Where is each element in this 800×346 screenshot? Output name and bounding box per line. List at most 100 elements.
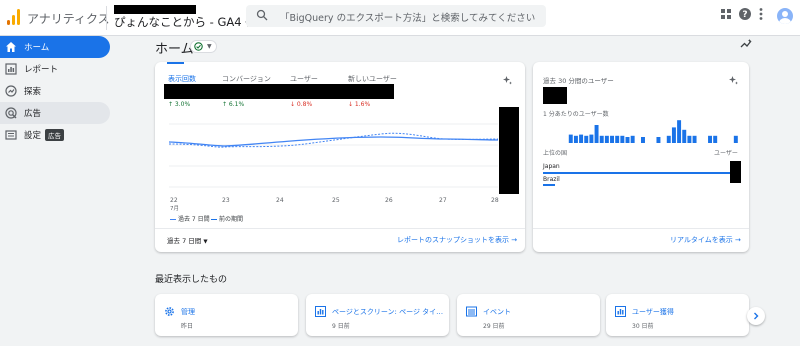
overview-line-chart — [168, 123, 499, 188]
chevron-right-icon — [754, 312, 759, 320]
legend-label: 過去 7 日間 — [178, 216, 210, 223]
arrow-right-icon: → — [735, 236, 741, 244]
chevron-down-icon: ▼ — [207, 43, 212, 50]
recent-date: 30 日前 — [632, 323, 654, 330]
card-divider — [533, 228, 749, 229]
advertising-icon — [5, 107, 17, 119]
recent-title: ページとスクリーン: ページ タイ… — [332, 308, 444, 316]
search-icon — [256, 9, 268, 21]
sidebar-item-label: 設定 — [24, 131, 42, 141]
country-bar — [543, 184, 555, 186]
realtime-bar — [677, 120, 682, 143]
report-chart-icon — [615, 306, 626, 317]
analytics-logo[interactable] — [7, 9, 21, 25]
apps-grid-icon[interactable] — [721, 9, 731, 19]
realtime-bar — [579, 134, 584, 143]
property-selector[interactable]: ぴょんなことから - GA4 ▼ — [114, 14, 251, 30]
tab-conversions[interactable]: コンバージョン — [222, 74, 271, 84]
country-row: Brazil — [543, 176, 560, 183]
recent-card-admin[interactable]: 管理 昨日 — [155, 294, 298, 336]
report-table-icon — [466, 306, 477, 317]
sparkle-icon[interactable] — [728, 75, 739, 86]
overview-card: 表示回数 コンバージョン ユーザー 新しいユーザー ↑ 3.0% ↑ 6.1% … — [155, 62, 525, 252]
realtime-bar — [666, 135, 671, 143]
realtime-bar — [641, 137, 645, 143]
metric-values-redacted — [164, 84, 394, 99]
chart-yaxis-redacted — [499, 107, 519, 194]
sparkle-icon[interactable] — [502, 75, 513, 86]
svg-text:?: ? — [742, 10, 747, 20]
realtime-bar — [656, 137, 661, 143]
col-users: ユーザー — [714, 150, 738, 157]
recent-card-user-acquisition[interactable]: ユーザー獲得 30 日前 — [606, 294, 749, 336]
property-name: ぴょんなことから - GA4 — [114, 15, 242, 29]
realtime-bar — [682, 129, 687, 143]
recent-card-pages-screens[interactable]: ページとスクリーン: ページ タイ… 9 日前 — [306, 294, 449, 336]
realtime-bar — [692, 135, 697, 143]
chart-gridlines — [169, 123, 498, 188]
app-title: アナリティクス — [27, 12, 110, 26]
sidebar-item-reports[interactable]: レポート — [0, 58, 110, 80]
tab-new-users[interactable]: 新しいユーザー — [348, 74, 397, 84]
insights-trend-icon[interactable] — [740, 38, 752, 50]
realtime-bar — [604, 135, 609, 143]
tab-users[interactable]: ユーザー — [290, 74, 318, 84]
realtime-bar — [671, 127, 676, 143]
realtime-bar — [573, 135, 578, 143]
recent-card-events[interactable]: イベント 29 日前 — [457, 294, 600, 336]
sidebar-item-explore[interactable]: 探索 — [0, 80, 110, 102]
realtime-bar — [584, 135, 589, 143]
advertising-tooltip: 広告 — [45, 129, 64, 141]
realtime-bar — [713, 135, 718, 143]
active-tab-indicator — [167, 62, 184, 64]
recent-title: イベント — [483, 308, 511, 316]
search-input[interactable]: 「BigQuery のエクスポート方法」と検索してみてください — [246, 5, 546, 27]
x-tick: 27 — [439, 197, 447, 204]
sidebar: ホーム レポート 探索 広告 設定 — [0, 36, 115, 346]
sidebar-item-advertising[interactable]: 広告 — [0, 102, 110, 124]
realtime-bar — [610, 135, 615, 143]
sidebar-item-label: レポート — [24, 65, 59, 75]
users-per-minute-bars — [568, 120, 738, 143]
recent-date: 9 日前 — [332, 323, 350, 330]
date-range-select[interactable]: 過去 7 日間 ▼ — [167, 235, 208, 245]
legend-swatch — [170, 219, 176, 220]
realtime-bar — [733, 135, 738, 143]
realtime-bar — [568, 134, 573, 143]
x-tick-month: 7月 — [170, 206, 179, 212]
help-icon[interactable]: ? — [739, 8, 751, 20]
x-tick: 22 — [170, 197, 178, 204]
country-row: Japan — [543, 163, 560, 170]
x-tick: 28 — [491, 197, 499, 204]
account-avatar[interactable] — [777, 8, 793, 24]
link-label: レポートのスナップショットを表示 — [397, 236, 509, 244]
active-users-count-redacted — [543, 87, 567, 104]
sidebar-item-label: ホーム — [24, 43, 50, 53]
realtime-bar — [620, 135, 625, 143]
recent-date: 昨日 — [181, 323, 194, 330]
card-divider — [155, 228, 525, 229]
data-status-chip[interactable]: ▼ — [190, 40, 217, 53]
realtime-bar — [615, 135, 620, 143]
home-icon — [6, 42, 16, 52]
recent-date: 29 日前 — [483, 323, 505, 330]
x-tick: 25 — [332, 197, 340, 204]
legend-label: 前の期間 — [219, 216, 244, 223]
realtime-bar — [625, 137, 630, 143]
link-label: リアルタイムを表示 — [670, 236, 733, 244]
realtime-bar — [599, 135, 604, 143]
x-tick: 24 — [276, 197, 284, 204]
next-page-button[interactable] — [747, 307, 765, 325]
account-name-redacted — [114, 5, 196, 14]
view-realtime-link[interactable]: リアルタイムを表示 → — [670, 235, 741, 245]
sidebar-item-home[interactable]: ホーム — [0, 36, 110, 58]
more-vert-icon[interactable] — [759, 8, 763, 20]
date-range-label: 過去 7 日間 — [167, 237, 202, 245]
search-placeholder: 「BigQuery のエクスポート方法」と検索してみてください — [280, 13, 536, 24]
recent-title: 管理 — [181, 308, 195, 316]
last-7-days-line — [168, 136, 499, 147]
header-divider — [106, 6, 107, 30]
view-snapshot-link[interactable]: レポートのスナップショットを表示 → — [397, 235, 517, 245]
tab-views[interactable]: 表示回数 — [168, 74, 196, 84]
check-circle-icon — [194, 42, 203, 51]
